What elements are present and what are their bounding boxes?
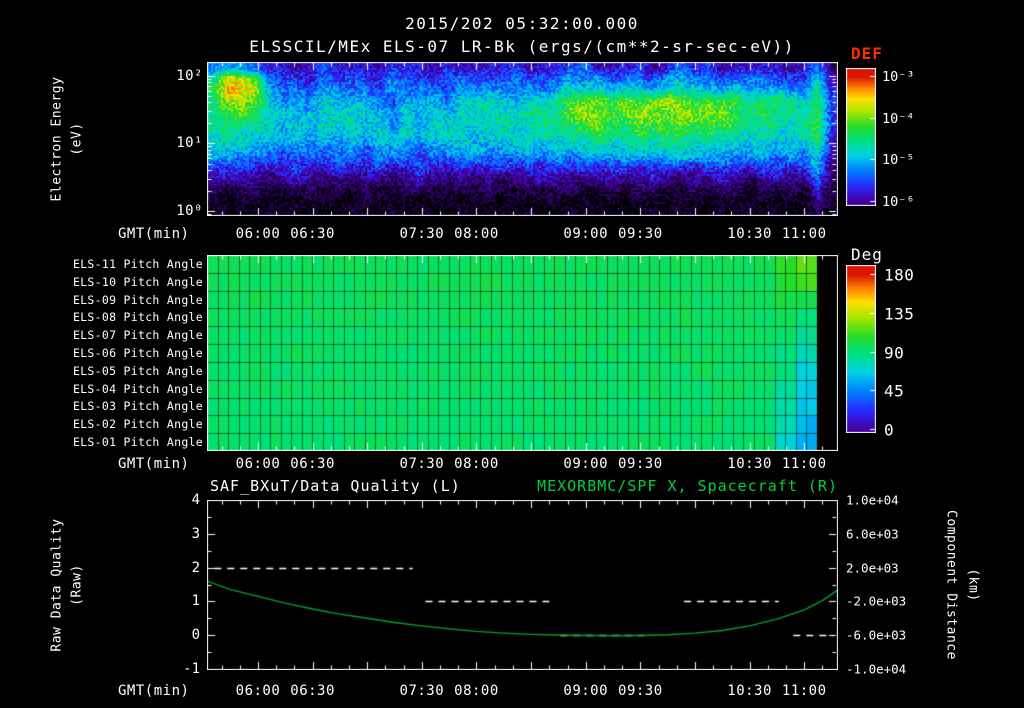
pitch-row-label-10: ELS-10 Pitch Angle xyxy=(72,274,203,289)
header-datetime: 2015/202 05:32:00.000 xyxy=(405,14,639,33)
xtick-spec-06:30: 06:30 xyxy=(290,226,335,242)
spec-ytick-10²: 10² xyxy=(176,67,203,84)
spec-ytick-10¹: 10¹ xyxy=(176,135,203,152)
pitch-row-label-9: ELS-09 Pitch Angle xyxy=(72,292,203,307)
xtick-qual-09:00: 09:00 xyxy=(563,683,609,699)
xtick-qual-08:00: 08:00 xyxy=(454,683,499,699)
qual-ytick-right-1: 6.0e+03 xyxy=(846,526,899,542)
pitch-row-label-2: ELS-02 Pitch Angle xyxy=(72,417,203,432)
xtick-qual-09:30: 09:30 xyxy=(618,683,663,699)
xtick-qual-07:30: 07:30 xyxy=(399,683,445,699)
deg-colorbar-title: Deg xyxy=(851,245,883,264)
spectrogram-title: ELSSCIL/MEx ELS-07 LR-Bk (ergs/(cm**2-sr… xyxy=(249,37,795,56)
quality-distance-plot xyxy=(207,500,838,670)
xtick-pitch-06:00: 06:00 xyxy=(235,456,281,472)
xtick-pitch-10:30: 10:30 xyxy=(727,456,772,472)
def-colorbar xyxy=(846,68,876,206)
quality-ylabel-line2: (Raw) xyxy=(69,564,85,606)
spectrogram-ylabel-line2: (eV) xyxy=(69,122,85,156)
xtick-pitch-08:00: 08:00 xyxy=(454,456,499,472)
distance-ylabel-line2: (km) xyxy=(965,568,981,602)
xtick-spec-11:00: 11:00 xyxy=(781,226,827,242)
qual-ytick-left-4: 4 xyxy=(191,492,200,508)
spectrogram-ylabel-line1: Electron Energy xyxy=(49,76,65,202)
pitch-row-label-11: ELS-11 Pitch Angle xyxy=(72,256,203,271)
xtick-pitch-07:30: 07:30 xyxy=(399,456,445,472)
def-cbar-tick-2: 10⁻⁵ xyxy=(882,151,915,168)
qual-ytick-right-5: -1.0e+04 xyxy=(846,661,907,677)
pitch-row-label-4: ELS-04 Pitch Angle xyxy=(72,381,203,396)
deg-cbar-tick-45: 45 xyxy=(884,381,905,400)
deg-cbar-tick-180: 180 xyxy=(884,265,915,284)
qual-ytick-left-0: 0 xyxy=(191,627,200,644)
deg-cbar-tick-90: 90 xyxy=(884,343,905,362)
pitch-row-label-3: ELS-03 Pitch Angle xyxy=(72,399,203,414)
xtick-spec-10:30: 10:30 xyxy=(727,226,772,242)
qual-ytick-right-2: 2.0e+03 xyxy=(846,560,899,576)
xtick-spec-08:00: 08:00 xyxy=(454,226,499,242)
xtick-spec-06:00: 06:00 xyxy=(235,226,281,242)
xtick-qual-10:30: 10:30 xyxy=(727,683,772,699)
def-cbar-tick-0: 10⁻³ xyxy=(882,68,915,85)
spec-ytick-10⁰: 10⁰ xyxy=(176,202,203,219)
qual-ytick-right-0: 1.0e+04 xyxy=(846,492,899,508)
def-colorbar-title: DEF xyxy=(851,44,883,63)
def-cbar-tick-3: 10⁻⁶ xyxy=(882,193,915,210)
qual-ytick-right-4: -6.0e+03 xyxy=(846,627,907,643)
distance-ylabel-line1: Component Distance xyxy=(943,510,959,660)
pitch-row-label-7: ELS-07 Pitch Angle xyxy=(72,328,203,343)
qual-ytick-left-1: 1 xyxy=(191,593,200,610)
deg-cbar-tick-0: 0 xyxy=(884,420,895,439)
pitch-row-label-5: ELS-05 Pitch Angle xyxy=(72,363,203,378)
deg-cbar-tick-135: 135 xyxy=(884,304,915,323)
quality-title-right: MEXORBMC/SPF X, Spacecraft (R) xyxy=(537,477,838,495)
def-cbar-tick-1: 10⁻⁴ xyxy=(882,110,915,127)
xtick-pitch-09:00: 09:00 xyxy=(563,456,609,472)
gmt-label-quality: GMT(min) xyxy=(118,683,190,699)
qual-ytick-left-3: 3 xyxy=(191,525,200,542)
spectrogram-heatmap xyxy=(207,62,838,216)
xtick-spec-07:30: 07:30 xyxy=(399,226,445,242)
pitch-row-label-8: ELS-08 Pitch Angle xyxy=(72,310,203,325)
xtick-pitch-09:30: 09:30 xyxy=(618,456,663,472)
xtick-qual-06:00: 06:00 xyxy=(235,683,281,699)
qual-ytick-right-3: -2.0e+03 xyxy=(846,593,907,609)
qual-ytick-left-2: 2 xyxy=(191,559,200,576)
xtick-qual-06:30: 06:30 xyxy=(290,683,335,699)
xtick-qual-11:00: 11:00 xyxy=(781,683,827,699)
quality-ylabel-line1: Raw Data Quality xyxy=(49,518,65,652)
qual-ytick-left--1: -1 xyxy=(183,661,200,677)
xtick-spec-09:30: 09:30 xyxy=(618,226,663,242)
gmt-label-pitch: GMT(min) xyxy=(118,456,190,472)
gmt-label-spectrogram: GMT(min) xyxy=(118,226,190,242)
mex-els-quicklook-window: 2015/202 05:32:00.000 ELSSCIL/MEx ELS-07… xyxy=(0,0,1024,708)
pitch-row-label-6: ELS-06 Pitch Angle xyxy=(72,346,203,360)
pitch-angle-heatmap xyxy=(207,255,838,451)
quality-title-left: SAF_BXuT/Data Quality (L) xyxy=(210,477,461,495)
xtick-pitch-11:00: 11:00 xyxy=(781,456,827,472)
deg-colorbar xyxy=(846,265,876,433)
pitch-row-label-1: ELS-01 Pitch Angle xyxy=(72,435,203,450)
xtick-spec-09:00: 09:00 xyxy=(563,226,609,242)
xtick-pitch-06:30: 06:30 xyxy=(290,456,335,472)
